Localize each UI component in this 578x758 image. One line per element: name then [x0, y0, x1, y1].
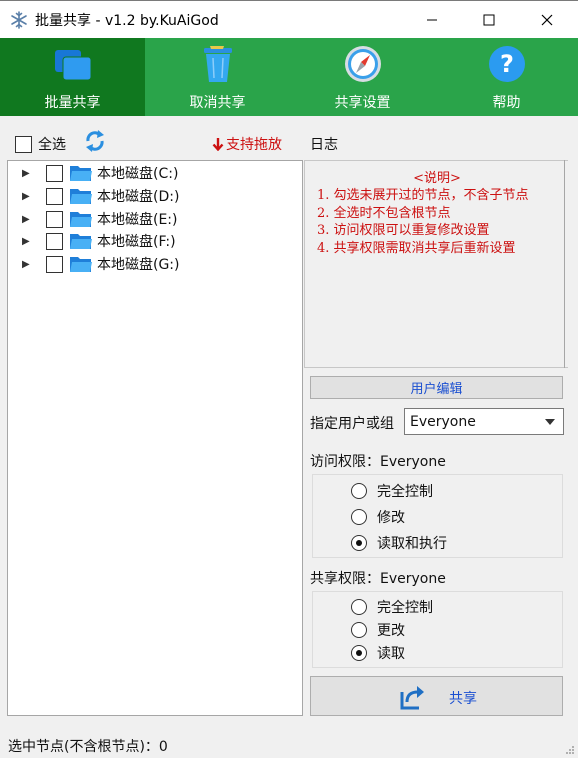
assign-user-label: 指定用户或组 — [310, 416, 394, 432]
chevron-down-icon — [545, 419, 555, 425]
radio-label: 更改 — [377, 623, 405, 639]
folder-icon — [70, 212, 92, 227]
tab-share-settings[interactable]: 共享设置 — [290, 38, 435, 116]
share-option-full-control[interactable]: 完全控制 — [351, 597, 433, 617]
drive-label: 本地磁盘(E:) — [97, 212, 178, 228]
minimize-icon — [427, 19, 437, 20]
radio-label: 完全控制 — [377, 484, 433, 500]
drive-label: 本地磁盘(F:) — [97, 234, 176, 250]
drive-label: 本地磁盘(C:) — [97, 166, 179, 182]
close-icon — [541, 14, 553, 25]
maximize-button[interactable] — [460, 1, 518, 38]
access-option-read-execute[interactable]: 读取和执行 — [351, 533, 447, 553]
tab-batch-share[interactable]: 批量共享 — [0, 38, 145, 116]
log-line: 3. 访问权限可以重复修改设置 — [317, 223, 490, 238]
trash-bin-icon — [203, 46, 232, 82]
tab-help[interactable]: ? 帮助 — [435, 38, 578, 116]
expand-arrow-icon[interactable]: ▶ — [22, 168, 34, 179]
radio-button[interactable] — [351, 622, 367, 638]
tab-label: 帮助 — [492, 95, 521, 111]
log-textbox[interactable]: <说明> 1. 勾选未展开过的节点，不含子节点 2. 全选时不包含根节点 3. … — [304, 160, 568, 368]
share-option-read[interactable]: 读取 — [351, 643, 405, 663]
arrow-down-icon — [212, 138, 224, 151]
tree-node-drive-e[interactable]: ▶ 本地磁盘(E:) — [22, 208, 178, 230]
selected-node-count: 选中节点(不含根节点)：0 — [8, 738, 168, 755]
checkbox[interactable] — [46, 187, 63, 205]
checkbox[interactable] — [46, 164, 63, 182]
log-line: 1. 勾选未展开过的节点，不含子节点 — [317, 188, 529, 203]
radio-button[interactable] — [351, 509, 367, 525]
folder-icon — [70, 257, 92, 272]
tree-node-drive-g[interactable]: ▶ 本地磁盘(G:) — [22, 253, 180, 275]
title-bar: 批量共享 - v1.2 by.KuAiGod — [0, 0, 578, 38]
radio-label: 读取 — [377, 646, 405, 662]
share-permission-title: 共享权限：Everyone — [310, 571, 446, 587]
resize-grip-icon[interactable] — [563, 743, 575, 755]
radio-button-selected[interactable] — [351, 645, 367, 661]
tree-node-drive-c[interactable]: ▶ 本地磁盘(C:) — [22, 162, 178, 184]
compass-icon — [344, 46, 381, 82]
access-option-modify[interactable]: 修改 — [351, 507, 405, 527]
expand-arrow-icon[interactable]: ▶ — [22, 259, 34, 270]
app-snowflake-icon — [11, 11, 27, 29]
main-toolbar: 批量共享 取消共享 共享设置 ? 帮助 — [0, 38, 578, 116]
folder-icon — [70, 189, 92, 204]
tab-cancel-share[interactable]: 取消共享 — [145, 38, 290, 116]
log-scrollbar[interactable] — [564, 160, 573, 368]
access-permission-group: 完全控制 修改 读取和执行 — [312, 474, 563, 558]
tab-label: 批量共享 — [44, 95, 101, 111]
share-button-label: 共享 — [449, 691, 477, 707]
checkbox[interactable] — [46, 210, 63, 228]
status-bar: 选中节点(不含根节点)：0 — [0, 733, 578, 758]
share-arrow-icon — [400, 686, 424, 710]
drag-hint-label: 支持拖放 — [226, 137, 282, 153]
refresh-icon[interactable] — [84, 129, 106, 153]
checkbox[interactable] — [46, 232, 63, 250]
tree-node-drive-f[interactable]: ▶ 本地磁盘(F:) — [22, 230, 176, 252]
radio-label: 读取和执行 — [377, 536, 447, 552]
user-group-select[interactable]: Everyone — [404, 408, 564, 435]
share-button[interactable]: 共享 — [310, 676, 563, 716]
tree-node-drive-d[interactable]: ▶ 本地磁盘(D:) — [22, 185, 179, 207]
minimize-button[interactable] — [403, 1, 461, 38]
radio-label: 完全控制 — [377, 600, 433, 616]
tab-label: 共享设置 — [334, 95, 391, 111]
tab-label: 取消共享 — [189, 95, 246, 111]
folder-icon — [70, 166, 92, 181]
log-label: 日志 — [310, 137, 338, 153]
access-option-full-control[interactable]: 完全控制 — [351, 481, 433, 501]
expand-arrow-icon[interactable]: ▶ — [22, 191, 34, 202]
radio-button-selected[interactable] — [351, 535, 367, 551]
radio-label: 修改 — [377, 510, 405, 526]
maximize-icon — [483, 14, 495, 25]
share-windows-icon — [54, 50, 91, 81]
drive-label: 本地磁盘(D:) — [97, 189, 180, 205]
svg-text:?: ? — [500, 50, 514, 78]
checkbox[interactable] — [46, 255, 63, 273]
user-edit-button[interactable]: 用户编辑 — [310, 376, 563, 399]
share-permission-group: 完全控制 更改 读取 — [312, 591, 563, 668]
share-option-change[interactable]: 更改 — [351, 620, 405, 640]
folder-icon — [70, 234, 92, 249]
log-line: 4. 共享权限需取消共享后重新设置 — [317, 241, 516, 256]
expand-arrow-icon[interactable]: ▶ — [22, 214, 34, 225]
expand-arrow-icon[interactable]: ▶ — [22, 236, 34, 247]
drag-drop-hint: 支持拖放 — [212, 134, 282, 154]
close-button[interactable] — [518, 1, 576, 38]
radio-button[interactable] — [351, 483, 367, 499]
checkbox[interactable] — [15, 135, 32, 153]
user-group-value: Everyone — [410, 413, 476, 430]
select-all-checkbox[interactable]: 全选 — [15, 134, 66, 154]
access-permission-title: 访问权限：Everyone — [310, 454, 446, 470]
select-all-label: 全选 — [38, 137, 66, 153]
drive-label: 本地磁盘(G:) — [97, 257, 180, 273]
window-title: 批量共享 - v1.2 by.KuAiGod — [35, 13, 219, 29]
radio-button[interactable] — [351, 599, 367, 615]
drive-tree-panel: 全选 支持拖放 ▶ 本地磁盘(C:) ▶ 本地磁盘(D:) ▶ 本地磁盘(E:)… — [0, 116, 303, 716]
help-icon: ? — [488, 46, 525, 82]
